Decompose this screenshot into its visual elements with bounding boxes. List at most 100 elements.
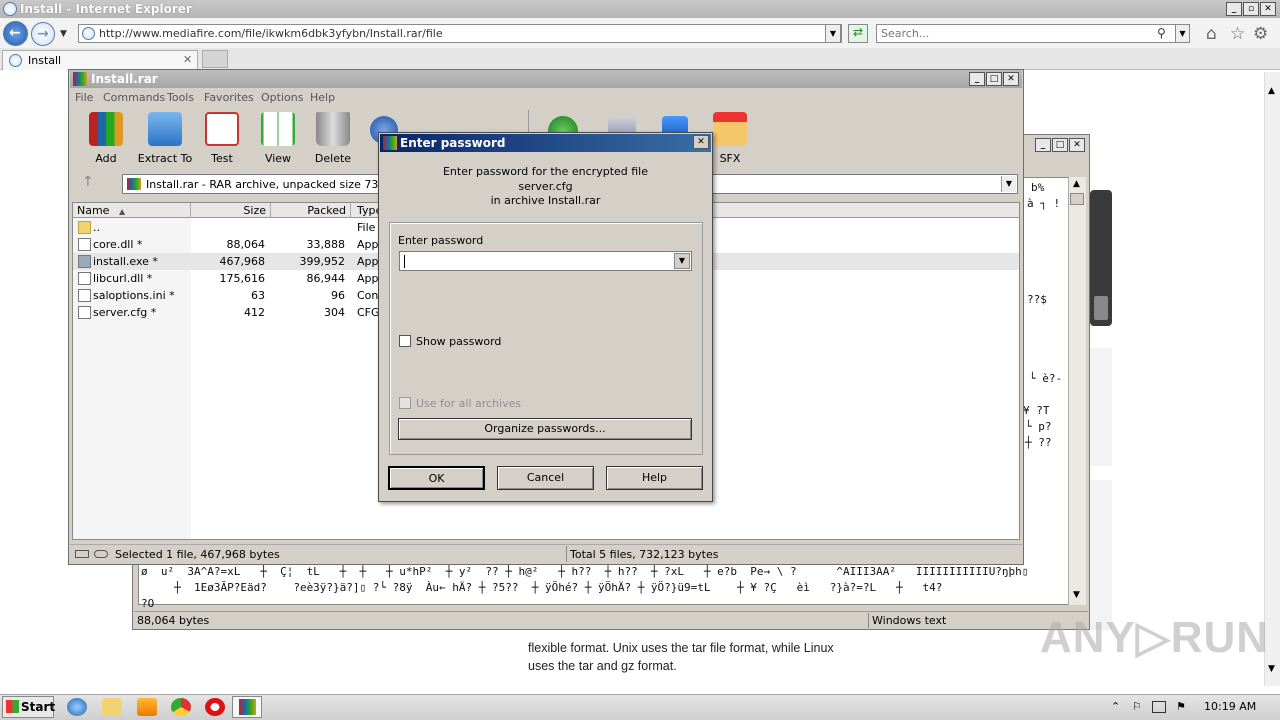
view-button[interactable]: View — [248, 108, 308, 168]
address-bar[interactable]: http://www.mediafire.com/file/ikwkm6dbk3… — [78, 24, 842, 43]
page-icon — [82, 27, 95, 40]
test-label: Test — [211, 152, 233, 165]
address-dropdown-icon[interactable]: ▼ — [825, 24, 841, 43]
taskbar-opera-icon[interactable] — [205, 698, 225, 716]
ie-logo-icon — [3, 2, 17, 16]
book-icon — [261, 112, 295, 146]
restore-button[interactable]: ▫ — [1243, 2, 1259, 16]
back-button[interactable]: ← — [3, 21, 28, 46]
col-packed[interactable]: Packed — [271, 203, 351, 218]
menu-help[interactable]: Help — [310, 91, 335, 104]
help-button[interactable]: Help — [606, 466, 703, 490]
file-size: 88,064 — [226, 238, 266, 251]
dll-file-icon — [78, 238, 91, 251]
ok-button[interactable]: OK — [388, 466, 485, 490]
page-side-panel — [1090, 190, 1112, 326]
rar-close-button[interactable]: ✕ — [1003, 72, 1019, 86]
search-icon[interactable]: ⚲ — [1157, 26, 1166, 40]
menu-options[interactable]: Options — [261, 91, 303, 104]
text-caret — [404, 255, 405, 268]
scroll-up-icon[interactable]: ▲ — [1268, 86, 1275, 96]
col-name[interactable]: Name ▲ — [73, 203, 191, 218]
menu-file[interactable]: File — [75, 91, 93, 104]
viewer-text: ┼ 1Eø3ÃP?Eäd? ?eè3ÿ?}ä?]▯ ?└ ?8ÿ Àu← hÄ?… — [141, 581, 943, 594]
delete-button[interactable]: Delete — [303, 108, 363, 168]
winrar-title-bar: Install.rar _ □ ✕ — [70, 70, 1022, 88]
search-input[interactable]: Search... ⚲ — [876, 24, 1190, 43]
viewer-text: └ è?- — [1029, 372, 1063, 385]
minimize-button[interactable]: _ — [1226, 2, 1242, 16]
ok-label: OK — [428, 472, 445, 485]
organize-passwords-button[interactable]: Organize passwords... — [398, 418, 692, 440]
home-icon[interactable]: ⌂ — [1206, 24, 1217, 44]
tray-flag-icon[interactable]: ⚐ — [1132, 700, 1142, 713]
menu-favorites[interactable]: Favorites — [204, 91, 254, 104]
taskbar-explorer-icon[interactable] — [102, 698, 122, 716]
dialog-title-bar: Enter password ✕ — [380, 134, 711, 152]
organize-label: Organize passwords... — [484, 422, 606, 435]
password-label: Enter password — [398, 234, 484, 247]
refresh-icon[interactable]: ⇄ — [848, 24, 868, 43]
tools-gear-icon[interactable]: ⚙ — [1253, 24, 1268, 44]
show-password-checkbox[interactable] — [399, 335, 411, 347]
path-dropdown-icon[interactable]: ▼ — [1001, 176, 1016, 192]
ini-file-icon — [78, 289, 91, 302]
viewer-close-button[interactable]: ✕ — [1069, 138, 1085, 152]
cancel-button[interactable]: Cancel — [497, 466, 594, 490]
viewer-text: ¥ ?T — [1023, 404, 1050, 417]
start-button[interactable]: Start — [2, 696, 55, 718]
history-dropdown-icon[interactable]: ▼ — [60, 29, 67, 39]
password-input[interactable]: ▼ — [399, 251, 692, 271]
search-dropdown-icon[interactable]: ▼ — [1175, 24, 1190, 43]
favorites-icon[interactable]: ☆ — [1230, 24, 1245, 44]
tray-arrow-icon[interactable]: ⌃ — [1111, 700, 1120, 713]
taskbar-media-icon[interactable] — [137, 698, 157, 716]
new-tab-button[interactable] — [202, 50, 228, 68]
up-arrow-icon[interactable]: ↑ — [82, 174, 94, 190]
winrar-logo-icon — [73, 72, 87, 86]
add-icon — [89, 112, 123, 146]
taskbar-winrar-button[interactable] — [232, 696, 262, 718]
cancel-label: Cancel — [526, 471, 565, 484]
dialog-msg-archive: in archive Install.rar — [490, 194, 601, 207]
scroll-down-icon[interactable]: ▼ — [1268, 664, 1275, 674]
add-button[interactable]: Add — [76, 108, 136, 168]
file-size: 467,968 — [219, 255, 266, 268]
col-size[interactable]: Size — [191, 203, 271, 218]
file-name: server.cfg * — [93, 306, 157, 319]
dialog-msg-line: Enter password for the encrypted file — [442, 165, 649, 178]
menu-tools[interactable]: Tools — [167, 91, 194, 104]
viewer-minimize-button[interactable]: _ — [1035, 138, 1051, 152]
show-password-label: Show password — [416, 335, 502, 348]
tray-volume-icon[interactable]: ⚑ — [1176, 700, 1186, 713]
page-scrollbar[interactable]: ▲ ▼ — [1264, 72, 1280, 686]
use-for-all-checkbox[interactable] — [399, 397, 411, 409]
extract-to-button[interactable]: Extract To — [135, 108, 195, 168]
scroll-up-icon[interactable]: ▲ — [1073, 179, 1080, 189]
scroll-down-icon[interactable]: ▼ — [1073, 590, 1080, 600]
taskbar-chrome-icon[interactable] — [171, 698, 191, 716]
close-button[interactable]: ✕ — [1260, 2, 1276, 16]
rar-minimize-button[interactable]: _ — [969, 72, 985, 86]
tray-network-icon[interactable] — [1152, 701, 1166, 713]
taskbar-ie-icon[interactable] — [67, 698, 87, 716]
rar-maximize-button[interactable]: □ — [986, 72, 1002, 86]
viewer-maximize-button[interactable]: □ — [1052, 138, 1068, 152]
dialog-close-button[interactable]: ✕ — [693, 135, 709, 149]
anyrun-watermark: ANY▷RUN — [1040, 613, 1270, 662]
test-button[interactable]: Test — [192, 108, 252, 168]
help-label: Help — [641, 471, 668, 484]
status-selected: Selected 1 file, 467,968 bytes — [115, 548, 280, 561]
password-dropdown-icon[interactable]: ▼ — [674, 253, 690, 269]
viewer-scrollbar[interactable]: ▲ ▼ — [1068, 177, 1086, 605]
tab-close-icon[interactable]: ✕ — [183, 53, 192, 66]
tab-page-icon — [9, 54, 22, 67]
tab-install[interactable]: Install ✕ — [2, 50, 198, 70]
forward-button[interactable]: → — [31, 22, 55, 46]
file-name: install.exe * — [93, 255, 158, 268]
menu-commands[interactable]: Commands — [103, 91, 165, 104]
add-label: Add — [95, 152, 117, 165]
taskbar-clock[interactable]: 10:19 AM — [1204, 700, 1256, 713]
file-packed: 96 — [331, 289, 345, 302]
file-packed: 304 — [324, 306, 345, 319]
